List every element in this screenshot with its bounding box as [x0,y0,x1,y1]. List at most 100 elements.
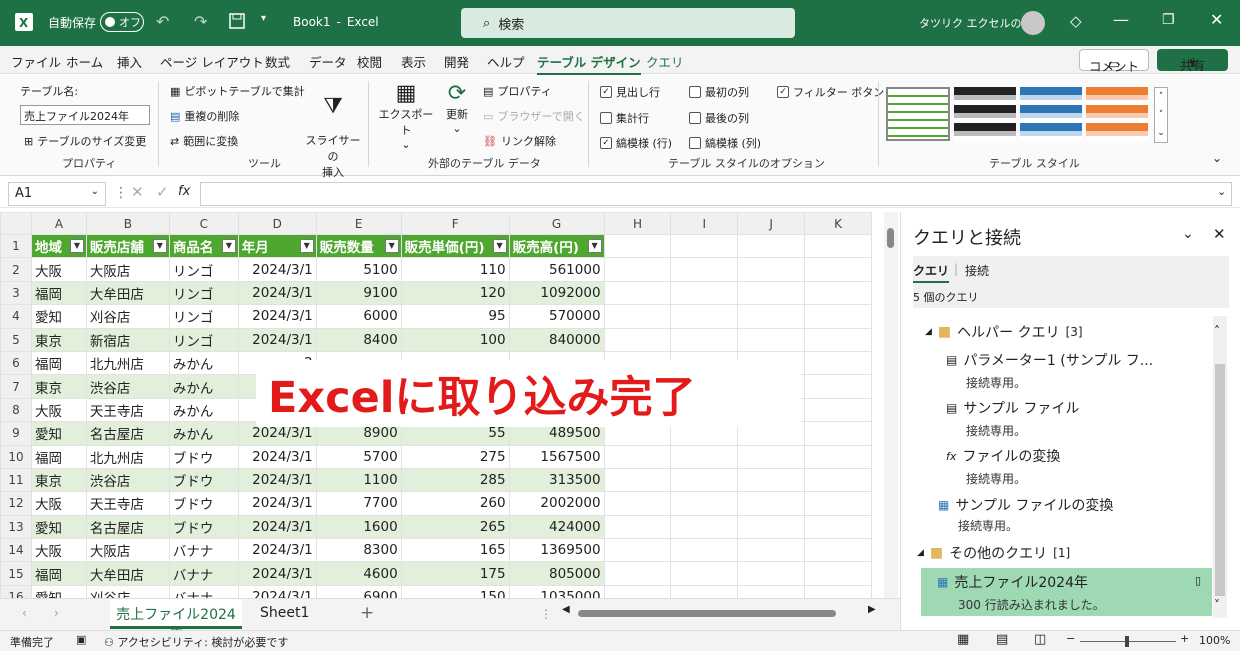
export-button[interactable]: ▦ エクスポート ⌄ [377,81,435,151]
cell[interactable] [603,257,672,282]
page-break-view-icon[interactable]: ◫ [1034,632,1046,647]
table-cell[interactable]: 6000 [315,304,402,329]
table-cell[interactable]: バナナ [168,538,239,563]
tab-page-layout[interactable]: ページ レイアウト [160,52,264,71]
table-cell[interactable]: ブドウ [168,467,239,493]
row-header[interactable]: 14 [0,538,32,563]
table-cell[interactable]: 5100 [315,257,402,282]
tab-file[interactable]: ファイル [11,52,61,71]
table-cell[interactable]: リンゴ [168,257,239,282]
scroll-right-icon[interactable]: ▶ [868,604,876,615]
table-cell[interactable]: 2024/3/1 [237,444,317,469]
table-cell[interactable]: 名古屋店 [85,514,170,540]
cell[interactable] [737,514,806,540]
filter-dropdown-icon[interactable]: ▼ [69,239,84,253]
cell[interactable] [670,467,739,493]
convert-to-range-button[interactable]: ⇄ 範囲に変換 [170,133,238,149]
table-cell[interactable]: 1092000 [508,280,605,306]
table-cell[interactable]: 大牟田店 [85,561,170,586]
other-queries-group[interactable]: ◢ ■ その他のクエリ [1] [917,543,1070,563]
style-orange[interactable] [1086,87,1148,141]
cell[interactable] [670,304,739,329]
zoom-thumb[interactable] [1125,636,1129,647]
banded-rows-checkbox[interactable]: ✓ 縞模様 (行) [600,135,672,151]
column-header[interactable]: B [85,212,170,235]
cell[interactable] [603,491,672,516]
undo-icon[interactable]: ↶ [156,12,169,31]
comment-button[interactable]: ▭ コメント [1079,49,1149,74]
table-cell[interactable]: 天王寺店 [85,397,170,423]
column-header[interactable]: D [237,212,317,235]
cell[interactable] [603,233,672,259]
add-sheet-icon[interactable]: + [360,603,374,623]
cell[interactable] [804,257,872,282]
cell[interactable] [804,397,872,423]
table-cell[interactable]: 1035000 [508,584,605,598]
excel-logo-icon[interactable]: X [14,12,34,32]
banded-columns-checkbox[interactable]: 縞模様 (列) [689,135,761,151]
select-all-corner[interactable] [0,212,32,235]
page-layout-view-icon[interactable]: ▤ [996,632,1008,647]
chevron-down-icon[interactable]: ⌄ [1182,226,1194,242]
cell[interactable] [804,233,872,259]
query-item[interactable]: ▤ パラメーター1 (サンプル フ... [946,350,1153,370]
table-cell[interactable]: リンゴ [168,280,239,306]
filter-button-checkbox[interactable]: ✓ フィルター ボタン [777,84,884,100]
scroll-up-icon[interactable]: ˄ [1214,324,1220,338]
sheet-tab-active[interactable]: 売上ファイル2024年 [110,599,242,643]
total-row-checkbox[interactable]: 集計行 [600,110,649,126]
row-header[interactable]: 4 [0,304,32,329]
query-item[interactable]: fx ファイルの変換 [946,446,1060,466]
prev-sheet-icon[interactable]: ‹ [22,606,27,620]
open-in-browser-button[interactable]: ▭ ブラウザーで開く [483,108,585,124]
cancel-icon[interactable]: ✕ [131,183,144,201]
save-icon[interactable] [229,13,245,29]
table-cell[interactable]: 165 [400,538,510,563]
table-cell[interactable]: 95 [400,304,510,329]
cell[interactable] [670,444,739,469]
table-cell[interactable]: 2024/3/1 [237,491,317,516]
column-header[interactable]: H [603,212,672,235]
table-cell[interactable]: 175 [400,561,510,586]
table-cell[interactable]: みかん [168,350,239,376]
table-cell[interactable]: 1369500 [508,538,605,563]
table-cell[interactable]: 大阪 [30,257,87,282]
row-header[interactable]: 10 [0,444,32,469]
table-cell[interactable]: 5700 [315,444,402,469]
tab-table-design[interactable]: テーブル デザイン [537,52,641,75]
scroll-left-icon[interactable]: ◀ [562,604,570,615]
customize-qat-icon[interactable]: ▾ [261,13,266,24]
table-cell[interactable]: 福岡 [30,350,87,376]
column-header[interactable]: I [670,212,739,235]
cell[interactable] [670,584,739,598]
table-cell[interactable]: 刈谷店 [85,584,170,598]
row-header[interactable]: 7 [0,374,32,399]
table-name-input[interactable]: 売上ファイル2024年 [20,105,150,125]
tab-help[interactable]: ヘルプ [487,52,525,71]
row-header[interactable]: 12 [0,491,32,516]
search-box[interactable]: ⌕ 検索 [461,8,795,38]
scroll-down-icon[interactable]: ˅ [1214,598,1220,612]
table-cell[interactable]: 愛知 [30,304,87,329]
column-header[interactable]: G [508,212,605,235]
cell[interactable] [737,257,806,282]
collapse-ribbon-icon[interactable]: ⌄ [1212,151,1222,165]
row-header[interactable]: 16 [0,584,32,598]
table-cell[interactable]: ブドウ [168,444,239,469]
table-cell[interactable]: 名古屋店 [85,421,170,446]
tab-connections[interactable]: 接続 [965,262,989,279]
table-cell[interactable]: 新宿店 [85,327,170,352]
tab-developer[interactable]: 開発 [444,52,469,71]
selected-query-item[interactable]: ▦ 売上ファイル2024年 300 行読み込まれました。 ▯ [921,568,1212,616]
refresh-button[interactable]: ⟳ 更新 ⌄ [440,81,474,135]
table-cell[interactable]: 渋谷店 [85,374,170,399]
table-cell[interactable]: 2024/3/1 [237,561,317,586]
close-button[interactable]: ✕ [1210,10,1223,29]
table-cell[interactable]: 285 [400,467,510,493]
table-cell[interactable]: 570000 [508,304,605,329]
row-header[interactable]: 3 [0,280,32,306]
query-item[interactable]: ▦ サンプル ファイルの変換 [938,495,1113,515]
table-cell[interactable]: リンゴ [168,327,239,352]
filter-dropdown-icon[interactable]: ▼ [587,239,602,253]
cell[interactable] [737,304,806,329]
